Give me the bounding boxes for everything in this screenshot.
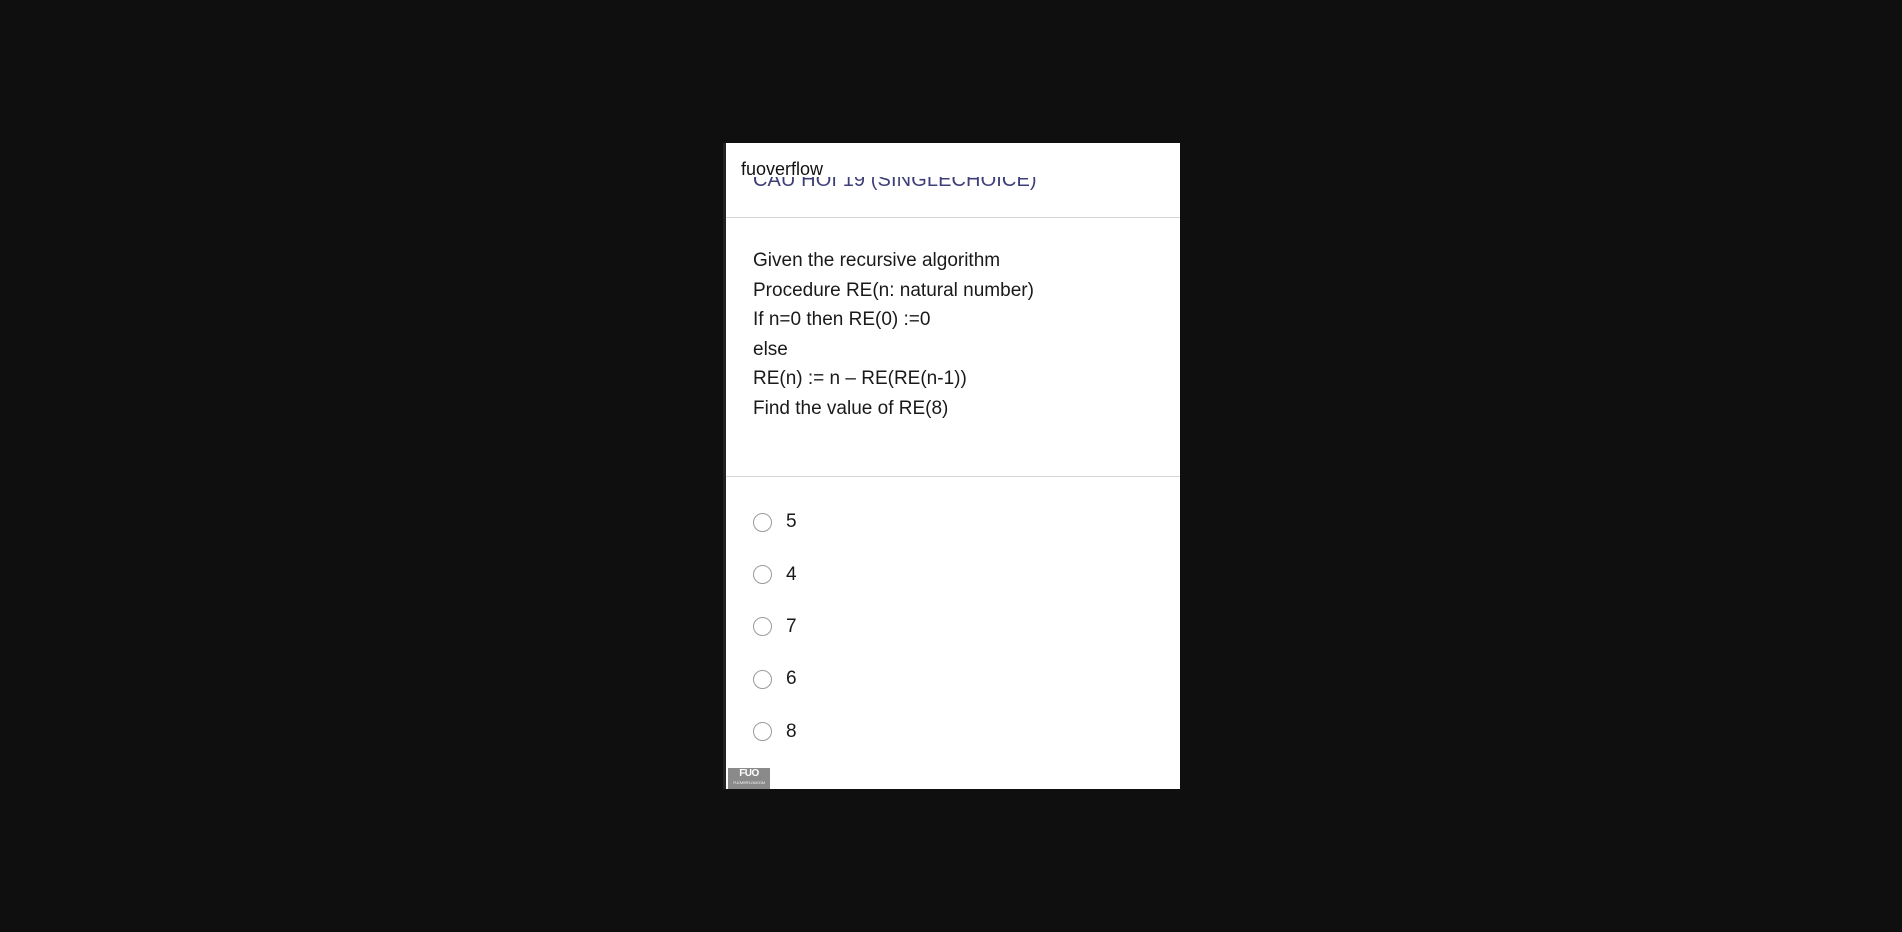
divider — [726, 476, 1180, 477]
option-6[interactable]: 6 — [753, 662, 1153, 714]
question-card: fuoverflow CÂU HỎI 19 (SINGLECHOICE) Giv… — [723, 143, 1180, 789]
radio-button[interactable] — [753, 722, 772, 742]
question-line: else — [753, 338, 788, 360]
radio-button[interactable] — [753, 565, 772, 585]
question-line: Procedure RE(n: natural number) — [753, 279, 1034, 301]
option-label: 7 — [786, 615, 797, 637]
radio-button[interactable] — [753, 617, 772, 637]
option-7[interactable]: 7 — [753, 610, 1153, 662]
radio-button[interactable] — [753, 512, 772, 532]
option-8[interactable]: 8 — [753, 715, 1153, 767]
question-line: Given the recursive algorithm — [753, 250, 1001, 271]
radio-button[interactable] — [753, 669, 772, 689]
question-header: CÂU HỎI 19 (SINGLECHOICE) — [726, 143, 1180, 218]
fuo-logo-icon: FUO FUOVERFLOW.COM — [728, 768, 770, 789]
question-line: Find the value of RE(8) — [753, 397, 949, 419]
question-text: Given the recursive algorithm Procedure … — [753, 246, 1153, 424]
watermark-text: fuoverflow — [741, 159, 824, 179]
option-5[interactable]: 5 — [753, 505, 1153, 557]
image-viewer: fuoverflow CÂU HỎI 19 (SINGLECHOICE) Giv… — [0, 0, 1902, 932]
question-line: If n=0 then RE(0) :=0 — [753, 309, 931, 331]
logo-text: FUO — [739, 768, 759, 779]
option-label: 5 — [786, 511, 797, 533]
logo-subtext: FUOVERFLOW.COM — [733, 780, 765, 785]
option-label: 8 — [786, 720, 797, 742]
option-4[interactable]: 4 — [753, 557, 1153, 609]
question-line: RE(n) := n – RE(RE(n-1)) — [753, 368, 967, 390]
option-label: 6 — [786, 668, 797, 690]
answer-options: 5 4 7 6 8 — [753, 505, 1153, 767]
option-label: 4 — [786, 563, 797, 585]
